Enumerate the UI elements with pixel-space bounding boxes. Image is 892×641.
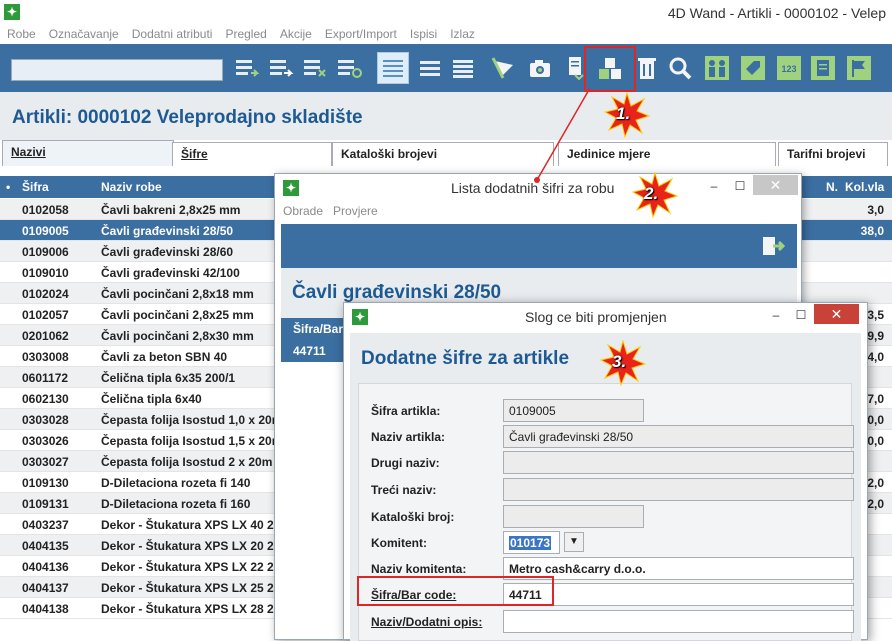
- callout-number-1: 1.: [616, 104, 631, 123]
- callout-number-3: 3.: [612, 352, 627, 371]
- callout-connector: [536, 87, 591, 181]
- callout-number-2: 2.: [644, 184, 659, 203]
- highlight-barcode-field: [357, 576, 554, 606]
- annotation-layer: [534, 87, 591, 183]
- highlight-toolbar-button: [584, 46, 636, 92]
- callout-dot: [534, 177, 540, 183]
